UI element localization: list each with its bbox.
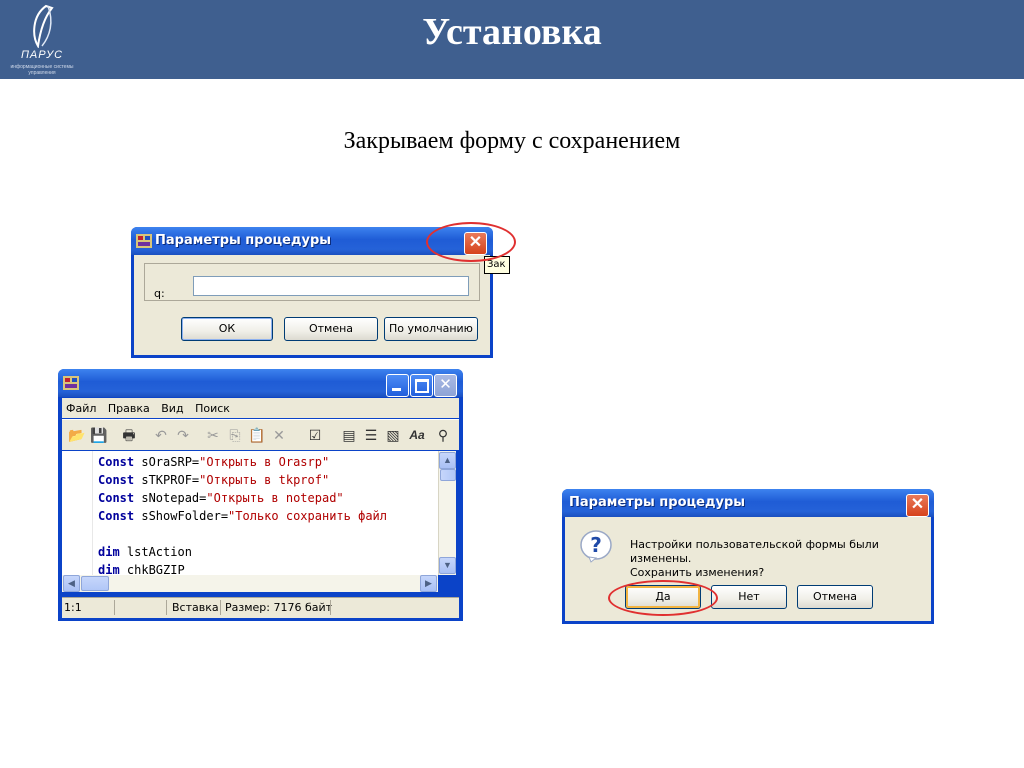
slide-subtitle: Закрываем форму с сохранением [343, 128, 681, 154]
slide-header: ПАРУС информационные системы управления … [0, 0, 1024, 79]
scroll-down-icon[interactable]: ▼ [439, 557, 456, 574]
highlight-ring-yes [608, 580, 718, 616]
scroll-up-icon[interactable]: ▲ [439, 452, 456, 469]
menu-edit[interactable]: Правка [104, 398, 154, 415]
editor-titlebar[interactable]: ✕ [58, 369, 463, 397]
code-line: Const sNotepad="Открыть в notepad" [98, 489, 387, 507]
field-label-q: q: [154, 287, 165, 300]
app-icon [63, 376, 79, 390]
editor-window: ✕ Файл Правка Вид Поиск 📂 💾 🖶 ↶ ↷ ✂ ⎘ 📋 … [58, 369, 463, 621]
save-dialog-titlebar[interactable]: Параметры процедуры ✕ [562, 489, 934, 517]
code-identifier: sShowFolder= [134, 509, 229, 523]
cut-icon[interactable]: ✂ [204, 426, 222, 444]
code-line: dim chkBGZIP [98, 561, 387, 575]
code-line: Const sTKPROF="Открыть в tkprof" [98, 471, 387, 489]
ok-button[interactable]: ОК [181, 317, 273, 341]
svg-text:?: ? [590, 533, 602, 557]
delete-icon[interactable]: ✕ [270, 426, 288, 444]
menu-search[interactable]: Поиск [191, 398, 234, 415]
code-editor[interactable]: Const sOraSRP="Открыть в Orasrp" Const sT… [62, 451, 438, 575]
vertical-scrollbar[interactable]: ▲ ▼ [438, 451, 456, 575]
code-identifier: chkBGZIP [119, 563, 185, 575]
code-lines: Const sOraSRP="Открыть в Orasrp" Const sT… [98, 453, 387, 575]
code-identifier: sNotepad= [134, 491, 207, 505]
vscroll-thumb[interactable] [440, 469, 456, 481]
status-mode: Вставка [172, 601, 219, 614]
list-icon[interactable]: ☰ [362, 426, 380, 444]
save-message-line2: Сохранить изменения? [630, 566, 765, 579]
properties-icon[interactable]: ▤ [340, 426, 358, 444]
save-message: Настройки пользовательской формы были из… [630, 538, 931, 580]
code-keyword: dim [98, 563, 120, 575]
redo-icon[interactable]: ↷ [174, 426, 192, 444]
params-dialog-title: Параметры процедуры [155, 233, 332, 248]
editor-toolbar: 📂 💾 🖶 ↶ ↷ ✂ ⎘ 📋 ✕ ☑ ▤ ☰ ▧ Aa ⚲ [62, 419, 459, 450]
select-all-icon[interactable]: ☑ [306, 426, 324, 444]
code-line: dim lstAction [98, 543, 387, 561]
code-string: "Только сохранить файл [228, 509, 387, 523]
print-icon[interactable]: 🖶 [120, 426, 138, 444]
close-icon[interactable]: ✕ [434, 374, 457, 397]
q-input[interactable] [193, 276, 469, 296]
no-button[interactable]: Нет [711, 585, 787, 609]
highlight-ring-close [426, 222, 516, 262]
hscroll-thumb[interactable] [81, 576, 109, 591]
editor-menubar: Файл Правка Вид Поиск [62, 398, 459, 418]
image-icon[interactable]: ▧ [384, 426, 402, 444]
code-keyword: Const [98, 509, 135, 523]
status-position: 1:1 [64, 601, 82, 614]
app-icon [136, 234, 152, 248]
save-icon[interactable]: 💾 [90, 426, 108, 444]
default-button[interactable]: По умолчанию [384, 317, 478, 341]
minimize-icon[interactable] [386, 374, 409, 397]
save-message-line1: Настройки пользовательской формы были из… [630, 538, 879, 565]
scroll-left-icon[interactable]: ◀ [63, 575, 80, 592]
line-gutter [62, 451, 93, 575]
scroll-right-icon[interactable]: ▶ [420, 575, 437, 592]
menu-file[interactable]: Файл [62, 398, 100, 415]
copy-icon[interactable]: ⎘ [226, 426, 244, 444]
close-icon[interactable]: ✕ [906, 494, 929, 517]
code-line: Const sOraSRP="Открыть в Orasrp" [98, 453, 387, 471]
code-keyword: Const [98, 473, 135, 487]
menu-view[interactable]: Вид [157, 398, 187, 415]
params-dialog-body: q: ОК Отмена По умолчанию [134, 255, 490, 355]
code-string: "Открыть в notepad" [206, 491, 344, 505]
cancel-button[interactable]: Отмена [797, 585, 873, 609]
slide-title: Установка [422, 11, 602, 53]
code-string: "Открыть в Orasrp" [199, 455, 330, 469]
code-keyword: Const [98, 491, 135, 505]
status-size: Размер: 7176 байт [225, 601, 333, 614]
paste-icon[interactable]: 📋 [248, 426, 266, 444]
horizontal-scrollbar[interactable]: ◀ ▶ [62, 575, 438, 592]
open-folder-icon[interactable]: 📂 [68, 426, 86, 444]
code-identifier: sTKPROF= [134, 473, 200, 487]
code-identifier: lstAction [119, 545, 192, 559]
save-dialog-title: Параметры процедуры [569, 495, 746, 510]
code-line: Const sShowFolder="Только сохранить файл [98, 507, 387, 525]
code-string: "Открыть в tkprof" [199, 473, 330, 487]
code-keyword: dim [98, 545, 120, 559]
question-icon: ? [580, 530, 612, 563]
undo-icon[interactable]: ↶ [152, 426, 170, 444]
maximize-icon[interactable] [410, 374, 433, 397]
find-icon[interactable]: ⚲ [434, 426, 452, 444]
code-identifier: sOraSRP= [134, 455, 200, 469]
code-keyword: Const [98, 455, 135, 469]
font-icon[interactable]: Aa [408, 426, 426, 444]
cancel-button[interactable]: Отмена [284, 317, 378, 341]
status-bar: 1:1 Вставка Размер: 7176 байт [62, 597, 459, 618]
logo-tagline: информационные системы управления [10, 64, 74, 76]
